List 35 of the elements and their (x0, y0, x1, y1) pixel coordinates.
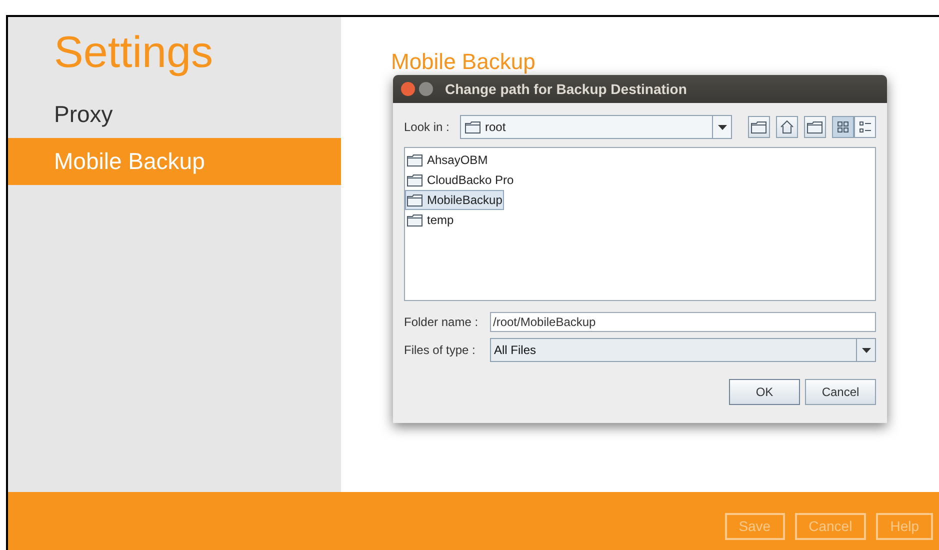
home-icon (780, 120, 794, 134)
look-in-dropdown[interactable]: root (460, 115, 732, 139)
list-view-button[interactable] (832, 116, 854, 138)
file-item[interactable]: CloudBacko Pro (405, 170, 516, 190)
folder-icon (407, 174, 423, 186)
sidebar-item[interactable]: Proxy (8, 91, 341, 138)
close-icon[interactable] (401, 82, 415, 96)
details-list-icon (859, 121, 871, 133)
page-title: Mobile Backup (391, 48, 536, 76)
caret-icon (862, 348, 870, 352)
folder-icon (407, 214, 423, 226)
caret-icon (718, 124, 726, 130)
up-folder-button[interactable] (748, 116, 770, 138)
folder-name-field[interactable]: /root/MobileBackup (490, 312, 876, 332)
new-folder-button[interactable] (804, 116, 826, 138)
minimize-icon[interactable] (419, 82, 433, 96)
file-item[interactable]: AhsayOBM (405, 150, 490, 170)
folder-icon (407, 154, 423, 166)
file-item[interactable]: temp (405, 210, 456, 230)
folder-icon (807, 120, 823, 134)
file-type-dropdown[interactable]: All Files (490, 338, 876, 362)
folder-name-label: Folder name : (404, 314, 480, 331)
dialog-button[interactable]: Cancel (805, 379, 876, 405)
settings-title: Settings (53, 27, 214, 79)
folder-icon (465, 120, 481, 134)
home-button[interactable] (776, 116, 798, 138)
dialog-button[interactable]: OK (729, 379, 800, 405)
file-type-label: Files of type : (404, 342, 476, 359)
look-in-value: root (485, 119, 506, 136)
file-item[interactable]: MobileBackup (405, 190, 504, 210)
folder-icon (407, 194, 423, 206)
grid-icon (837, 121, 849, 133)
look-in-label: Look in : (404, 119, 450, 136)
details-view-button[interactable] (854, 116, 876, 138)
dialog-title: Change path for Backup Destination (445, 80, 687, 99)
